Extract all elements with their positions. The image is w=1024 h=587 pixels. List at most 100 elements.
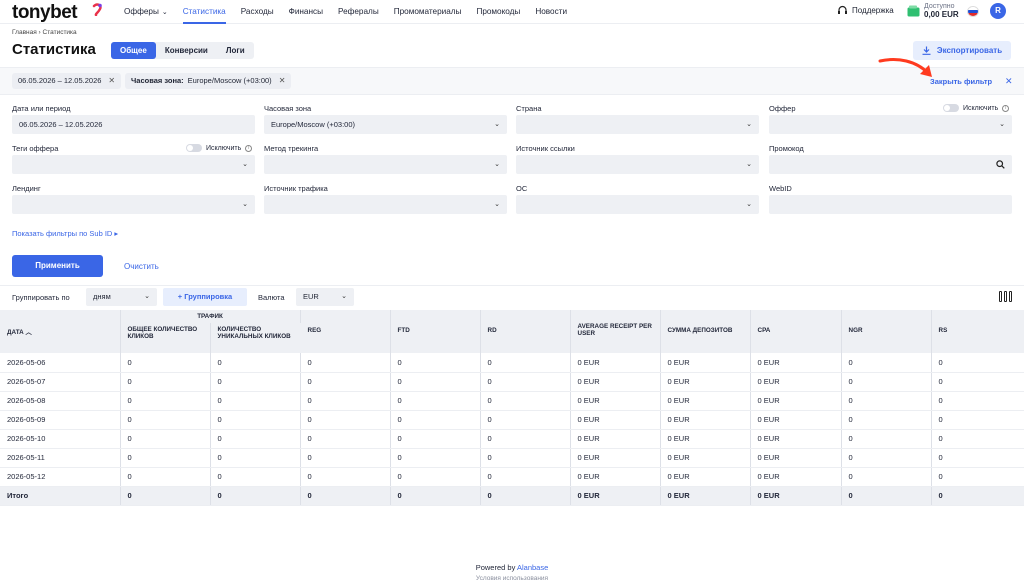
traffic-source-select[interactable]: ⌄	[264, 195, 507, 214]
balance[interactable]: Доступно 0,00 EUR	[907, 3, 959, 19]
table-cell: 0	[931, 467, 1024, 487]
table-total-cell: 0 EUR	[750, 486, 842, 506]
user-avatar[interactable]: R	[990, 3, 1006, 19]
tab-general[interactable]: Общее	[111, 42, 156, 59]
date-range-field[interactable]: 06.05.2026 – 12.05.2026	[12, 115, 255, 134]
exclude-label: Исключить	[206, 144, 242, 152]
column-header-avg-receipt[interactable]: Average receipt per user	[570, 310, 661, 353]
chevron-down-icon: ⌄	[494, 161, 500, 168]
exclude-label: Исключить	[963, 104, 999, 112]
close-filter-link[interactable]: Закрыть фильтр	[930, 77, 992, 86]
table-total-cell: 0	[841, 486, 932, 506]
landing-label: Лендинг	[12, 184, 41, 193]
columns-settings-icon[interactable]	[999, 291, 1012, 302]
nav-item-expenses[interactable]: Расходы	[241, 0, 274, 24]
table-cell: 0 EUR	[660, 391, 751, 411]
tab-logs[interactable]: Логи	[217, 42, 254, 59]
clear-button[interactable]: Очистить	[124, 262, 159, 271]
alanbase-link[interactable]: Alanbase	[517, 563, 548, 572]
table-cell: 0 EUR	[660, 353, 751, 373]
offer-label: Оффер	[769, 104, 796, 113]
chevron-down-icon: ⌄	[999, 121, 1005, 128]
table-cell: 0	[841, 429, 932, 449]
download-icon	[922, 46, 931, 55]
toggle-switch[interactable]	[943, 104, 959, 112]
table-cell: 0	[300, 429, 391, 449]
table-cell: 0	[300, 467, 391, 487]
column-header-date[interactable]: Дата ︿	[0, 310, 121, 353]
country-select[interactable]: ⌄	[516, 115, 759, 134]
chevron-down-icon: ⌄	[746, 121, 752, 128]
table-row: 2026-05-10 0 0 0 0 0 0 EUR 0 EUR 0 EUR 0 0	[0, 429, 1024, 449]
group-by-select[interactable]: дням ⌄	[86, 288, 157, 306]
close-icon[interactable]: ✕	[1005, 76, 1013, 87]
column-header-deposits-sum[interactable]: Сумма депозитов	[660, 310, 751, 353]
tracking-method-select[interactable]: ⌄	[264, 155, 507, 174]
table-row: 2026-05-11 0 0 0 0 0 0 EUR 0 EUR 0 EUR 0 0	[0, 448, 1024, 468]
table-cell: 0	[210, 410, 301, 430]
close-icon[interactable]: ✕	[279, 73, 286, 89]
chip-period[interactable]: 06.05.2026 – 12.05.2026 ✕	[12, 73, 122, 89]
add-grouping-button[interactable]: + Группировка	[163, 288, 247, 306]
timezone-select[interactable]: Europe/Moscow (+03:00) ⌄	[264, 115, 507, 134]
table-cell: 0	[480, 467, 571, 487]
balance-label: Доступно	[924, 3, 955, 10]
offer-tags-exclude-toggle[interactable]: Исключить i	[186, 144, 253, 152]
table-cell: 0	[120, 448, 211, 468]
landing-select[interactable]: ⌄	[12, 195, 255, 214]
balance-value: 0,00 EUR	[924, 10, 959, 19]
table-cell: 0	[931, 372, 1024, 392]
table-cell: 0	[300, 448, 391, 468]
language-flag-icon[interactable]	[967, 6, 979, 17]
nav-item-finance[interactable]: Финансы	[289, 0, 323, 24]
offer-select[interactable]: ⌄	[769, 115, 1012, 134]
nav-item-referrals[interactable]: Рефералы	[338, 0, 379, 24]
close-icon[interactable]: ✕	[108, 73, 115, 89]
nav-item-news[interactable]: Новости	[535, 0, 567, 24]
nav-item-promo-materials[interactable]: Промоматериалы	[394, 0, 462, 24]
table-cell: 0	[300, 372, 391, 392]
brand-logo[interactable]: tonybet	[12, 2, 78, 24]
terms-link[interactable]: Условия использования	[0, 575, 1024, 582]
country-label: Страна	[516, 104, 542, 113]
table-cell: 0	[931, 410, 1024, 430]
tab-conversions[interactable]: Конверсии	[156, 42, 217, 59]
column-header-unique-clicks[interactable]: Количество уникальных кликов	[210, 323, 301, 353]
nav-item-promocodes[interactable]: Промокоды	[476, 0, 520, 24]
promocode-input[interactable]	[769, 155, 1012, 174]
column-header-cpa[interactable]: CPA	[750, 310, 842, 353]
table-cell: 0 EUR	[570, 429, 661, 449]
table-cell: 2026-05-11	[0, 448, 121, 468]
column-header-rd[interactable]: RD	[480, 310, 571, 353]
column-header-rs[interactable]: RS	[931, 310, 1024, 353]
apply-button[interactable]: Применить	[12, 255, 103, 277]
toggle-switch[interactable]	[186, 144, 202, 152]
chip-timezone-value: Europe/Moscow (+03:00)	[187, 76, 272, 85]
table-cell: 0 EUR	[570, 391, 661, 411]
offer-exclude-toggle[interactable]: Исключить i	[943, 104, 1010, 112]
offer-tags-select[interactable]: ⌄	[12, 155, 255, 174]
os-select[interactable]: ⌄	[516, 195, 759, 214]
column-header-ngr[interactable]: NGR	[841, 310, 932, 353]
link-source-select[interactable]: ⌄	[516, 155, 759, 174]
chip-timezone[interactable]: Часовая зона: Europe/Moscow (+03:00) ✕	[125, 73, 292, 89]
support-label: Поддержка	[852, 6, 894, 15]
show-subid-filters-link[interactable]: Показать фильтры по Sub ID ▸	[12, 229, 118, 238]
webid-input[interactable]	[769, 195, 1012, 214]
table-cell: 0	[480, 448, 571, 468]
nav-item-offers[interactable]: Офферы ⌄	[124, 0, 168, 24]
column-header-ftd[interactable]: FTD	[390, 310, 481, 353]
main-nav: Офферы ⌄ Статистика Расходы Финансы Рефер…	[124, 0, 582, 24]
statistics-table: Дата ︿ Трафик REG FTD RD Average receipt…	[0, 310, 1024, 506]
currency-select[interactable]: EUR ⌄	[296, 288, 354, 306]
chevron-down-icon: ⌄	[494, 201, 500, 208]
chevron-down-icon: ⌄	[242, 201, 248, 208]
support-link[interactable]: Поддержка	[837, 5, 894, 16]
table-cell: 0	[390, 429, 481, 449]
column-header-reg[interactable]: REG	[300, 310, 391, 353]
nav-item-statistics[interactable]: Статистика	[182, 0, 226, 24]
table-cell: 0 EUR	[570, 410, 661, 430]
column-header-total-clicks[interactable]: Общее количество кликов	[120, 323, 211, 353]
table-cell: 0 EUR	[660, 410, 751, 430]
table-cell: 0	[390, 410, 481, 430]
